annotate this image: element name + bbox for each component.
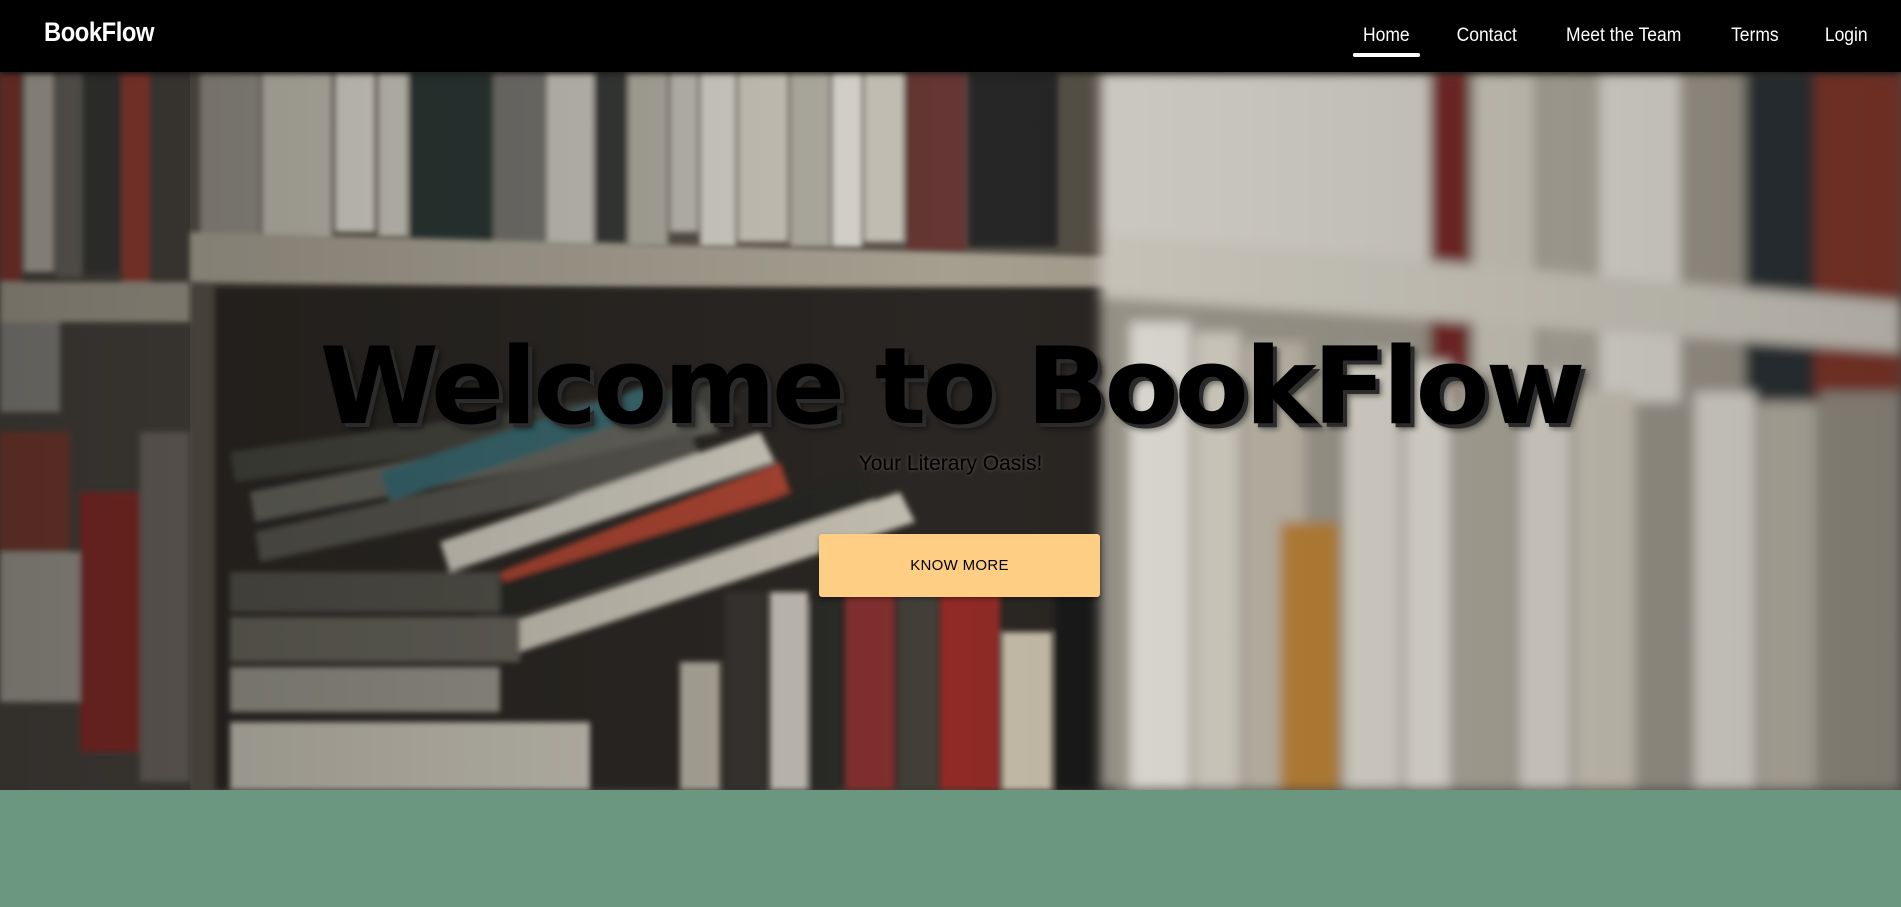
nav-link-contact[interactable]: Contact (1457, 0, 1517, 72)
hero-section: Welcome to BookFlow Your Literary Oasis!… (0, 72, 1901, 790)
nav-link-meet-the-team[interactable]: Meet the Team (1566, 0, 1681, 72)
brand-logo[interactable]: BookFlow (44, 17, 154, 48)
know-more-button[interactable]: KNOW MORE (819, 534, 1100, 597)
hero-subtitle: Your Literary Oasis! (858, 452, 1043, 475)
content-section-band (0, 790, 1901, 907)
nav-link-terms[interactable]: Terms (1731, 0, 1779, 72)
nav-link-home[interactable]: Home (1353, 0, 1420, 72)
nav-links: Home Contact Meet the Team Terms Login (1319, 0, 1869, 72)
nav-link-login[interactable]: Login (1824, 0, 1867, 72)
top-navbar: BookFlow Home Contact Meet the Team Term… (0, 0, 1901, 72)
hero-title: Welcome to BookFlow (319, 325, 1586, 448)
